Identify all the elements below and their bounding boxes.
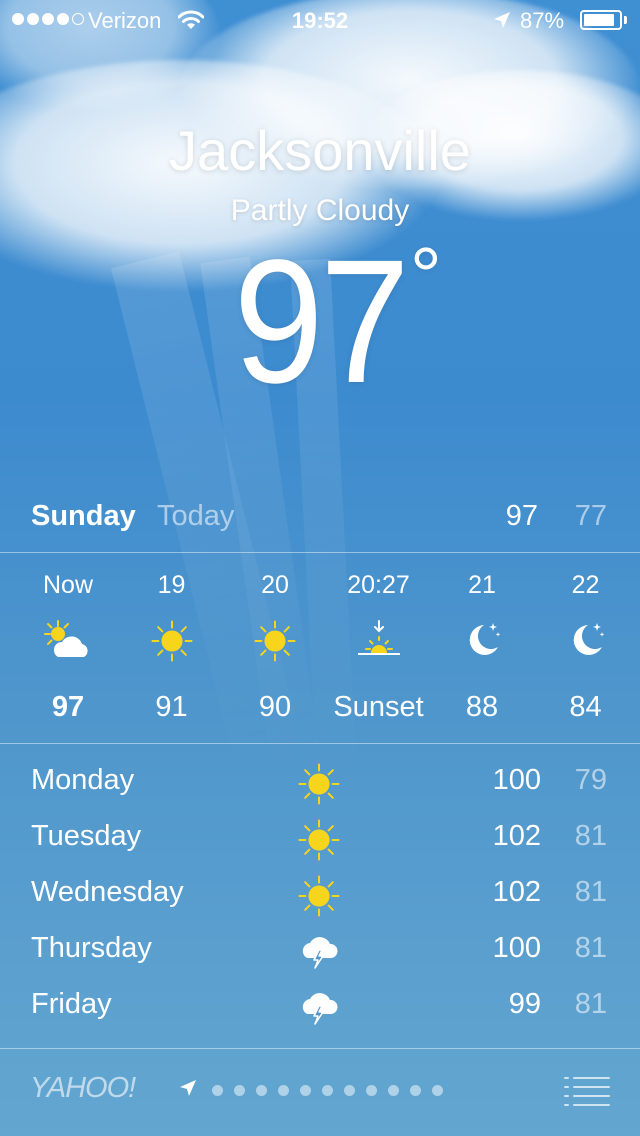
today-label: Today — [157, 500, 235, 532]
divider — [0, 743, 640, 744]
daily-row: Friday 99 81 — [0, 980, 640, 1036]
hour-temperature: Sunset — [333, 691, 424, 723]
day-name: Friday — [31, 988, 112, 1020]
daily-row: Tuesday 102 81 — [0, 812, 640, 868]
sun-icon — [122, 619, 222, 667]
divider — [0, 1048, 640, 1049]
page-dot[interactable] — [322, 1085, 333, 1096]
day-high: 102 — [492, 876, 541, 908]
page-indicator[interactable] — [212, 1085, 443, 1096]
degree-symbol: ° — [409, 231, 442, 320]
today-summary: Sunday Today 97 77 — [0, 496, 640, 540]
daily-forecast: Monday 100 79 Tuesday 102 81 Wednesday 1… — [0, 756, 640, 1036]
partly-cloudy-day-icon — [18, 619, 118, 667]
sun-icon — [225, 619, 325, 667]
city-name: Jacksonville — [169, 119, 471, 182]
status-bar: Verizon 19:52 87% — [0, 0, 640, 40]
page-dot[interactable] — [234, 1085, 245, 1096]
today-day: Sunday — [31, 500, 136, 532]
sun-icon — [297, 818, 341, 861]
hour-label: Now — [42, 571, 93, 599]
day-low: 81 — [574, 988, 607, 1020]
page-dot[interactable] — [388, 1085, 399, 1096]
battery-cap — [624, 16, 627, 24]
daily-row: Wednesday 102 81 — [0, 868, 640, 924]
hour-temperature: 90 — [258, 691, 292, 723]
hour-temperature: 84 — [569, 691, 602, 723]
page-dot[interactable] — [366, 1085, 377, 1096]
footer-toolbar: YAHOO! — [0, 1050, 640, 1136]
hour-label: 22 — [571, 571, 600, 599]
sunset-icon — [329, 619, 429, 667]
moon-icon — [536, 619, 636, 667]
day-high: 102 — [492, 820, 541, 852]
temperature-value: 97 — [233, 224, 410, 420]
today-high: 97 — [505, 500, 538, 532]
location-services-icon — [492, 10, 512, 36]
page-dot[interactable] — [410, 1085, 421, 1096]
hourly-item: 20:27 Sunset — [329, 553, 429, 743]
hour-label: 20:27 — [347, 571, 410, 599]
battery-percentage: 87% — [520, 8, 565, 33]
day-low: 81 — [574, 820, 607, 852]
day-low: 79 — [574, 764, 607, 796]
city-list-icon[interactable] — [564, 1076, 610, 1111]
hourly-forecast[interactable]: Now 97 19 91 20 90 20:27 Sunset 21 88 22… — [0, 553, 640, 743]
page-dot[interactable] — [432, 1085, 443, 1096]
page-dot[interactable] — [256, 1085, 267, 1096]
sun-icon — [297, 762, 341, 805]
day-high: 99 — [508, 988, 541, 1020]
hour-temperature: 97 — [51, 691, 85, 723]
day-high: 100 — [492, 764, 541, 796]
hour-label: 20 — [261, 571, 289, 599]
battery-icon — [580, 10, 622, 30]
moon-icon — [432, 619, 532, 667]
hour-temperature: 88 — [465, 691, 499, 723]
hourly-item: 20 90 — [225, 553, 325, 743]
hourly-item: 21 88 — [432, 553, 532, 743]
day-low: 81 — [574, 932, 607, 964]
page-dot[interactable] — [212, 1085, 223, 1096]
hour-label: 19 — [157, 571, 186, 599]
page-dot[interactable] — [278, 1085, 289, 1096]
yahoo-logo[interactable]: YAHOO! — [30, 1072, 136, 1105]
sun-icon — [297, 874, 341, 917]
day-name: Tuesday — [31, 820, 142, 852]
hourly-item: 22 84 — [536, 553, 636, 743]
current-location-page-icon[interactable] — [178, 1078, 198, 1103]
thunderstorm-icon — [297, 986, 341, 1026]
page-dot[interactable] — [344, 1085, 355, 1096]
daily-row: Thursday 100 81 — [0, 924, 640, 980]
current-temperature: 97 ° — [0, 224, 640, 420]
daily-row: Monday 100 79 — [0, 756, 640, 812]
page-dot[interactable] — [300, 1085, 311, 1096]
day-high: 100 — [492, 932, 541, 964]
day-name: Thursday — [31, 932, 152, 964]
day-name: Monday — [31, 764, 135, 796]
day-name: Wednesday — [31, 876, 184, 908]
day-low: 81 — [574, 876, 607, 908]
current-condition: Partly Cloudy — [230, 194, 410, 227]
hourly-item: 19 91 — [122, 553, 222, 743]
hour-label: 21 — [468, 571, 496, 599]
thunderstorm-icon — [297, 930, 341, 970]
hourly-item: Now 97 — [18, 553, 118, 743]
hour-temperature: 91 — [155, 691, 188, 723]
today-low: 77 — [574, 500, 607, 532]
